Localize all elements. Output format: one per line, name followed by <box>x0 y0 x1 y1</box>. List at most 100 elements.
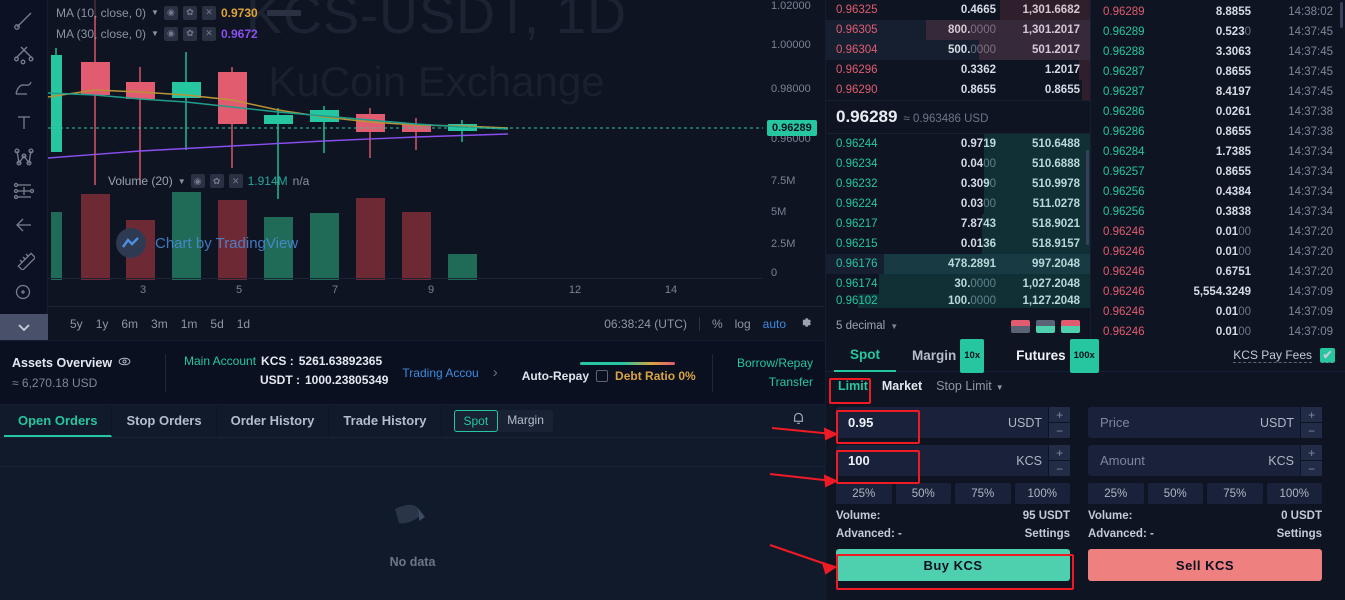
minus-icon[interactable]: − <box>1301 461 1322 476</box>
order-book-row[interactable]: 0.96325 0.4665 1,301.6682 <box>826 0 1090 20</box>
order-book-row[interactable]: 0.96215 0.0136 518.9157 <box>826 234 1090 254</box>
orderbook-bids-layout-icon[interactable] <box>1036 319 1055 333</box>
sell-pct-25[interactable]: 25% <box>1088 483 1144 504</box>
tab-futures[interactable]: Futures 100x <box>1000 338 1115 373</box>
bell-icon[interactable] <box>790 410 807 432</box>
order-book-row[interactable]: 0.96290 0.8655 0.8655 <box>826 80 1090 100</box>
sell-pct-50[interactable]: 50% <box>1147 483 1203 504</box>
buy-pct-100[interactable]: 100% <box>1014 483 1070 504</box>
decimal-selector[interactable]: 5 decimal <box>836 320 885 332</box>
chevron-down-icon[interactable]: ▼ <box>151 29 159 38</box>
plus-icon[interactable]: + <box>1049 407 1070 423</box>
chevron-down-icon[interactable]: ▼ <box>178 177 186 186</box>
buy-settings-link[interactable]: Settings <box>1025 528 1070 540</box>
close-icon[interactable]: ✕ <box>201 26 216 41</box>
timeframe-1d[interactable]: 1d <box>237 317 250 331</box>
gear-icon[interactable]: ✿ <box>209 174 224 188</box>
chevron-down-icon[interactable]: ▼ <box>890 322 898 331</box>
close-icon[interactable]: ✕ <box>228 174 243 188</box>
pattern-icon[interactable] <box>4 140 44 174</box>
sell-amount-field[interactable]: Amount KCS + − <box>1088 445 1322 476</box>
order-book-row[interactable]: 0.96305 800.0000 1,301.2017 <box>826 20 1090 40</box>
order-book-row[interactable]: 0.96244 0.9719 510.6488 <box>826 134 1090 154</box>
tradingview-branding[interactable]: Chart by TradingView <box>116 228 298 258</box>
zoom-in-icon[interactable] <box>4 276 44 310</box>
timeframe-1y[interactable]: 1y <box>96 317 109 331</box>
transfer-link[interactable]: Transfer <box>737 373 813 392</box>
buy-amount-field[interactable]: 100 KCS + − <box>836 445 1070 476</box>
minus-icon[interactable]: − <box>1049 423 1070 438</box>
log-scale-button[interactable]: log <box>735 317 751 331</box>
kcs-pay-fees-checkbox[interactable]: ✔ <box>1320 348 1335 363</box>
position-icon[interactable] <box>4 174 44 208</box>
trend-line-icon[interactable] <box>4 4 44 38</box>
timeframe-5y[interactable]: 5y <box>70 317 83 331</box>
minus-icon[interactable]: − <box>1301 423 1322 438</box>
tab-trade-history[interactable]: Trade History <box>329 405 442 437</box>
timeframe-6m[interactable]: 6m <box>121 317 138 331</box>
sell-pct-75[interactable]: 75% <box>1207 483 1263 504</box>
buy-price-stepper[interactable]: + − <box>1048 407 1070 438</box>
trades-scrollbar[interactable] <box>1340 2 1343 28</box>
order-book-row[interactable]: 0.96224 0.0300 511.0278 <box>826 194 1090 214</box>
minus-icon[interactable]: − <box>1049 461 1070 476</box>
timeframe-5d[interactable]: 5d <box>210 317 223 331</box>
gear-icon[interactable] <box>798 315 813 333</box>
sell-settings-link[interactable]: Settings <box>1277 528 1322 540</box>
chevron-down-icon[interactable] <box>0 314 48 340</box>
gear-icon[interactable]: ✿ <box>182 26 197 41</box>
tab-spot[interactable]: Spot <box>834 340 896 372</box>
chevron-right-icon[interactable]: › <box>493 364 498 381</box>
tab-margin[interactable]: Margin 10x <box>896 338 1000 373</box>
tab-stop-orders[interactable]: Stop Orders <box>112 405 217 437</box>
sell-pct-100[interactable]: 100% <box>1266 483 1322 504</box>
order-type-market[interactable]: Market <box>882 379 922 393</box>
buy-pct-75[interactable]: 75% <box>955 483 1011 504</box>
orderbook-both-layout-icon[interactable] <box>1011 319 1030 333</box>
orderbook-asks-layout-icon[interactable] <box>1061 319 1080 333</box>
buy-price-field[interactable]: 0.95 USDT + − <box>836 407 1070 438</box>
auto-scale-button[interactable]: auto <box>763 317 786 331</box>
plus-icon[interactable]: + <box>1301 407 1322 423</box>
eye-icon[interactable]: ◉ <box>163 5 178 20</box>
gear-icon[interactable]: ✿ <box>182 5 197 20</box>
plus-icon[interactable]: + <box>1301 445 1322 461</box>
buy-amount-stepper[interactable]: + − <box>1048 445 1070 476</box>
percent-scale-button[interactable]: % <box>712 317 723 331</box>
chevron-down-icon[interactable]: ▼ <box>151 8 159 17</box>
sell-button[interactable]: Sell KCS <box>1088 549 1322 581</box>
order-book-row[interactable]: 0.96176 478.2891 997.2048 <box>826 254 1090 274</box>
timeframe-3m[interactable]: 3m <box>151 317 168 331</box>
buy-pct-25[interactable]: 25% <box>836 483 892 504</box>
order-book-row[interactable]: 0.96232 0.3090 510.9978 <box>826 174 1090 194</box>
order-book-scrollbar[interactable] <box>1086 150 1089 245</box>
order-book-row[interactable]: 0.96174 30.0000 1,027.2048 <box>826 274 1090 294</box>
sell-amount-stepper[interactable]: + − <box>1300 445 1322 476</box>
arrow-left-icon[interactable] <box>4 208 44 242</box>
borrow-repay-link[interactable]: Borrow/Repay <box>737 354 813 373</box>
tab-order-history[interactable]: Order History <box>217 405 330 437</box>
order-type-limit[interactable]: Limit <box>838 379 868 393</box>
eye-icon[interactable] <box>118 355 131 371</box>
text-icon[interactable] <box>4 106 44 140</box>
eye-icon[interactable]: ◉ <box>190 174 205 188</box>
order-book-row[interactable]: 0.96296 0.3362 1.2017 <box>826 60 1090 80</box>
buy-button[interactable]: Buy KCS <box>836 549 1070 581</box>
auto-repay-checkbox[interactable] <box>596 370 609 382</box>
buy-pct-50[interactable]: 50% <box>895 483 951 504</box>
order-book-row[interactable]: 0.96304 500.0000 501.2017 <box>826 40 1090 60</box>
orders-segment-margin[interactable]: Margin <box>498 410 553 432</box>
close-icon[interactable]: ✕ <box>201 5 216 20</box>
ma-legend-row[interactable]: MA (30, close, 0) ▼ ◉ ✿ ✕ 0.9672 <box>56 23 301 44</box>
order-book-row[interactable]: 0.96234 0.0400 510.6888 <box>826 154 1090 174</box>
cross-lines-icon[interactable] <box>4 38 44 72</box>
tab-open-orders[interactable]: Open Orders <box>4 405 113 437</box>
order-book-row[interactable]: 0.96217 7.8743 518.9021 <box>826 214 1090 234</box>
timeframe-1m[interactable]: 1m <box>181 317 198 331</box>
sell-price-field[interactable]: Price USDT + − <box>1088 407 1322 438</box>
orders-segment-spot[interactable]: Spot <box>453 410 499 432</box>
eye-icon[interactable]: ◉ <box>163 26 178 41</box>
order-type-stop-limit[interactable]: Stop Limit ▼ <box>936 379 1004 393</box>
chevron-down-icon[interactable]: ▼ <box>996 383 1004 392</box>
ma-legend-row[interactable]: MA (10, close, 0) ▼ ◉ ✿ ✕ 0.9730 <box>56 2 301 23</box>
